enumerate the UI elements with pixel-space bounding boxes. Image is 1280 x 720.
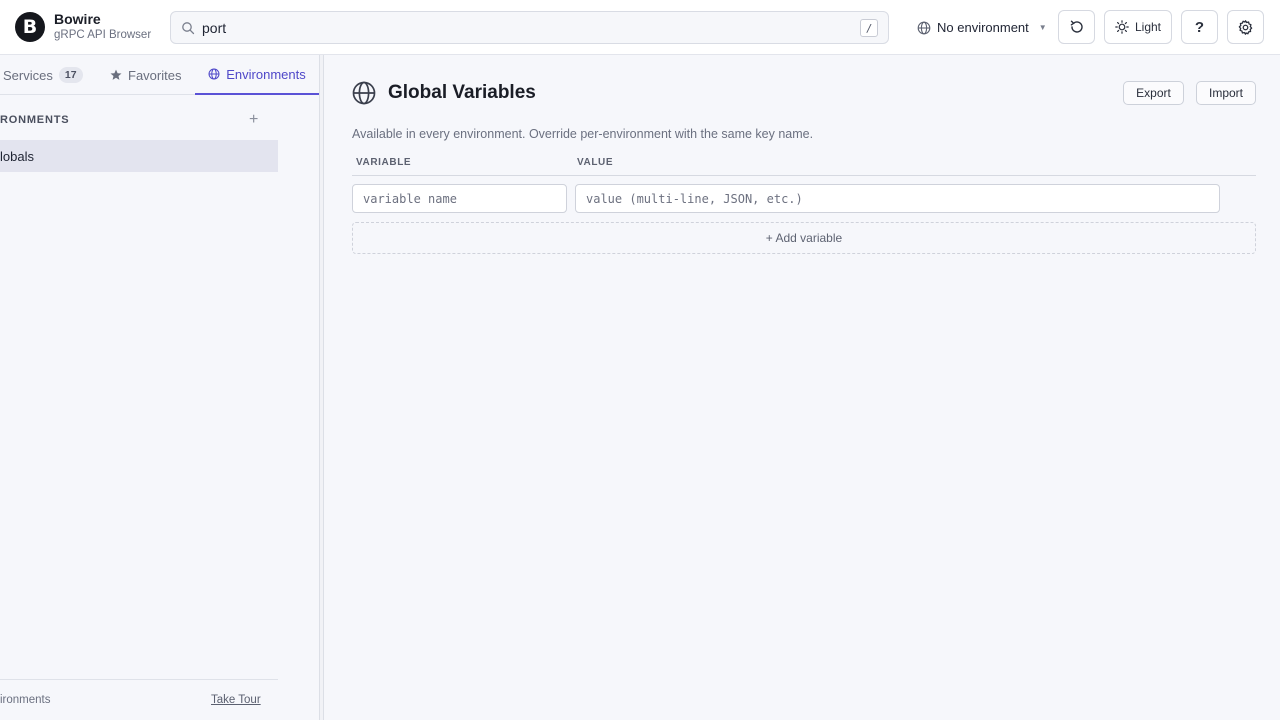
column-header-variable: VARIABLE bbox=[356, 157, 412, 168]
star-icon bbox=[110, 69, 122, 80]
tab-label: Favorites bbox=[128, 67, 182, 83]
app-header: B Bowire gRPC API Browser / No environme… bbox=[0, 0, 1280, 55]
take-tour-link[interactable]: Take Tour bbox=[211, 694, 261, 706]
globe-icon bbox=[208, 68, 220, 80]
history-icon bbox=[1070, 20, 1083, 33]
gear-icon bbox=[1238, 19, 1253, 35]
tab-environments[interactable]: Environments bbox=[195, 55, 319, 95]
sidebar-tabs: Services 17 Favorites Environments bbox=[0, 55, 319, 95]
sidebar-footer-text: ironments bbox=[0, 694, 51, 706]
tab-label: Services bbox=[3, 67, 53, 83]
environment-selector-label: No environment bbox=[937, 20, 1029, 35]
theme-toggle-label: Light bbox=[1134, 20, 1162, 34]
search-input[interactable] bbox=[202, 18, 822, 38]
app-subtitle: gRPC API Browser bbox=[54, 29, 152, 41]
variables-table-header: VARIABLE VALUE bbox=[352, 156, 1256, 176]
tab-favorites[interactable]: Favorites bbox=[110, 55, 181, 95]
search-shortcut-key: / bbox=[860, 19, 878, 37]
variable-value-input[interactable] bbox=[575, 184, 1220, 213]
help-icon: ? bbox=[1194, 18, 1205, 36]
search-icon bbox=[182, 22, 195, 35]
section-label: RONMENTS bbox=[0, 114, 70, 126]
main-panel: Global Variables Export Import Available… bbox=[324, 55, 1280, 720]
environment-selector[interactable]: No environment ▼ bbox=[908, 11, 1048, 44]
add-variable-label: + Add variable bbox=[765, 231, 843, 245]
sidebar-footer: ironments Take Tour bbox=[0, 679, 278, 720]
import-button[interactable]: Import bbox=[1196, 81, 1256, 105]
help-button[interactable]: ? bbox=[1181, 10, 1218, 44]
page-title: Global Variables bbox=[388, 82, 536, 103]
page-description: Available in every environment. Override… bbox=[352, 127, 814, 141]
settings-button[interactable] bbox=[1227, 10, 1264, 44]
environment-item-label: lobals bbox=[0, 148, 34, 164]
add-variable-button[interactable]: + Add variable bbox=[352, 222, 1256, 254]
search-box[interactable]: / bbox=[170, 11, 889, 44]
column-header-value: VALUE bbox=[577, 157, 614, 168]
services-count-badge: 17 bbox=[58, 67, 83, 83]
tab-label: Environments bbox=[226, 66, 306, 82]
sidebar: Services 17 Favorites Environments RONME… bbox=[0, 55, 319, 720]
chevron-down-icon: ▼ bbox=[1038, 23, 1047, 32]
app-title: Bowire bbox=[54, 11, 101, 27]
app-logo: B bbox=[15, 12, 45, 42]
environment-item-globals[interactable]: lobals bbox=[0, 140, 278, 172]
environments-section-header: RONMENTS + bbox=[0, 111, 278, 129]
export-button[interactable]: Export bbox=[1123, 81, 1184, 105]
globe-icon bbox=[352, 81, 376, 105]
tab-services[interactable]: Services 17 bbox=[3, 55, 83, 95]
history-button[interactable] bbox=[1058, 10, 1095, 44]
globe-icon bbox=[917, 21, 931, 34]
sun-icon bbox=[1115, 20, 1129, 34]
variable-name-input[interactable] bbox=[352, 184, 567, 213]
theme-toggle-button[interactable]: Light bbox=[1104, 10, 1172, 44]
add-environment-button[interactable]: + bbox=[249, 111, 258, 129]
